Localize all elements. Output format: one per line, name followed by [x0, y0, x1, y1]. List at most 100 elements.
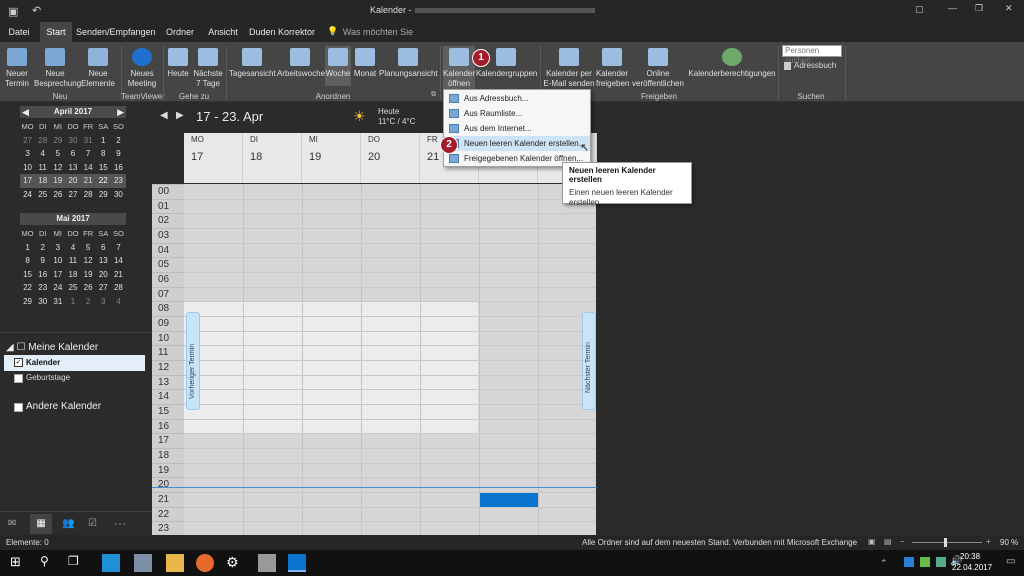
work-week-button[interactable]: Arbeitswoche	[277, 48, 325, 79]
day-cell[interactable]: 31	[81, 134, 96, 148]
menu-item-from-room-list[interactable]: Aus Raumliste...	[444, 106, 590, 121]
teamviewer-meeting-button[interactable]: Neues Meeting	[124, 48, 160, 89]
day-cell[interactable]: 22	[95, 174, 111, 188]
my-calendars-header[interactable]: ◢ ☐ Meine Kalender	[6, 342, 98, 353]
app-icon[interactable]	[258, 554, 276, 572]
day-cell[interactable]: 23	[110, 174, 126, 188]
week-row[interactable]: 22 23 24 25 26 27 28	[20, 281, 126, 295]
notifications-icon[interactable]: ▭	[1006, 556, 1015, 567]
app-icon[interactable]	[102, 554, 120, 572]
day-column-header[interactable]: MI 19	[302, 133, 361, 183]
clock-time[interactable]: 20:38	[960, 552, 980, 561]
day-cell[interactable]: 2	[81, 295, 96, 309]
day-cell[interactable]: 26	[50, 188, 65, 202]
day-cell[interactable]: 20	[65, 174, 81, 188]
day-cell[interactable]: 27	[65, 188, 80, 202]
settings-icon[interactable]: ⚙	[226, 554, 244, 572]
undo-icon[interactable]: ↶	[32, 4, 41, 17]
mini-calendar-april[interactable]: ◀ April 2017 ▶ MO DI MI DO FR SA SO 27 28 29 30 31 1…	[20, 106, 126, 201]
birthdays-folder-item[interactable]: Geburtstage	[14, 373, 70, 383]
day-cell[interactable]: 1	[20, 241, 35, 255]
day-cell[interactable]: 10	[50, 254, 65, 268]
tab-senden-empfangen[interactable]: Senden/Empfangen	[76, 22, 156, 42]
tab-duden-korrektor[interactable]: Duden Korrektor	[248, 22, 316, 42]
tray-icon[interactable]	[936, 557, 946, 567]
day-cell[interactable]: 26	[81, 281, 96, 295]
tray-up-icon[interactable]: ⌃	[880, 558, 888, 569]
tell-me-search[interactable]: Was möchten Sie tun?	[338, 22, 418, 57]
week-row[interactable]: 15 16 17 18 19 20 21	[20, 268, 126, 282]
next-appointment-tab[interactable]: Nächster Termin	[582, 312, 596, 410]
day-cell[interactable]: 29	[96, 188, 111, 202]
prev-month-icon[interactable]: ◀	[22, 106, 29, 118]
zoom-slider[interactable]	[912, 542, 982, 543]
week-row[interactable]: 10 11 12 13 14 15 16	[20, 161, 126, 175]
day-cell[interactable]: 9	[35, 254, 50, 268]
checkbox-icon[interactable]	[14, 374, 23, 383]
day-cell[interactable]: 16	[111, 161, 126, 175]
day-cell[interactable]: 30	[35, 295, 50, 309]
appointment-block[interactable]	[480, 493, 538, 507]
week-row[interactable]: 3456789	[20, 147, 126, 161]
checkbox-checked-icon[interactable]: ✓	[14, 358, 23, 367]
day-cell[interactable]: 7	[81, 147, 96, 161]
day-cell[interactable]: 11	[65, 254, 80, 268]
checkbox-icon[interactable]	[14, 403, 23, 412]
day-cell[interactable]: 28	[111, 281, 126, 295]
other-calendars-header[interactable]: Andere Kalender	[14, 401, 101, 412]
task-view-icon[interactable]: ❐	[68, 554, 86, 572]
today-button[interactable]: Heute	[166, 48, 190, 79]
share-calendar-button[interactable]: Kalender freigeben	[596, 48, 629, 89]
outlook-icon[interactable]	[288, 554, 306, 572]
day-cell[interactable]: 19	[50, 174, 66, 188]
day-cell[interactable]: 8	[20, 254, 35, 268]
week-row[interactable]: 8 9 10 11 12 13 14	[20, 254, 126, 268]
day-cell[interactable]: 3	[50, 241, 65, 255]
tab-datei[interactable]: Datei	[4, 22, 34, 42]
tab-start[interactable]: Start	[40, 22, 72, 42]
day-cell[interactable]: 20	[96, 268, 111, 282]
tray-icon[interactable]	[904, 557, 914, 567]
week-view-button[interactable]: Woche	[325, 46, 351, 86]
windows-start-icon[interactable]: ⊞	[10, 554, 28, 572]
day-cell[interactable]: 24	[20, 188, 35, 202]
day-cell[interactable]: 14	[81, 161, 96, 175]
day-cell[interactable]: 31	[50, 295, 65, 309]
week-row[interactable]: 24 25 26 27 28 29 30	[20, 188, 126, 202]
close-icon[interactable]: ✕	[1005, 3, 1013, 14]
menu-item-new-blank-calendar[interactable]: Neuen leeren Kalender erstellen...	[444, 136, 590, 151]
normal-view-icon[interactable]: ▣	[868, 537, 876, 546]
day-cell[interactable]: 30	[111, 188, 126, 202]
day-cell[interactable]: 3	[96, 295, 111, 309]
day-cell[interactable]: 17	[20, 174, 36, 188]
minimize-icon[interactable]: —	[948, 3, 957, 13]
day-cell[interactable]: 3	[20, 147, 35, 161]
day-cell[interactable]: 6	[65, 147, 80, 161]
day-cell[interactable]: 4	[65, 241, 80, 255]
day-cell[interactable]: 1	[96, 134, 111, 148]
next-week-icon[interactable]: ▶	[176, 110, 184, 121]
firefox-icon[interactable]	[196, 554, 214, 572]
day-cell[interactable]: 21	[80, 174, 96, 188]
tray-icon[interactable]	[920, 557, 930, 567]
calendar-nav-icon[interactable]: ▦	[30, 514, 52, 534]
day-cell[interactable]: 15	[96, 161, 111, 175]
day-cell[interactable]: 13	[65, 161, 80, 175]
day-cell[interactable]: 4	[111, 295, 126, 309]
schedule-view-button[interactable]: Planungsansicht	[379, 48, 438, 79]
menu-item-from-address-book[interactable]: Aus Adressbuch...	[444, 91, 590, 106]
day-column-header[interactable]: MO 17	[184, 133, 243, 183]
day-cell[interactable]: 1	[65, 295, 80, 309]
day-cell[interactable]: 7	[111, 241, 126, 255]
day-cell[interactable]: 28	[35, 134, 50, 148]
publish-online-button[interactable]: Online veröffentlichen	[630, 48, 686, 89]
tab-ordner[interactable]: Ordner	[160, 22, 200, 42]
day-cell[interactable]: 14	[111, 254, 126, 268]
mini-calendar-grid[interactable]: MO DI MI DO FR SA SO 27 28 29 30 31 1 2 3 4 5 6 7 8 9 10 11 12 1…	[20, 120, 126, 201]
search-icon[interactable]: ⚲	[40, 554, 58, 572]
day-cell[interactable]: 2	[35, 241, 50, 255]
day-cell[interactable]: 29	[20, 295, 35, 309]
ribbon-options-icon[interactable]: ▢	[915, 4, 924, 15]
save-icon[interactable]: ▣	[8, 5, 18, 18]
day-column-header[interactable]: DI 18	[243, 133, 302, 183]
